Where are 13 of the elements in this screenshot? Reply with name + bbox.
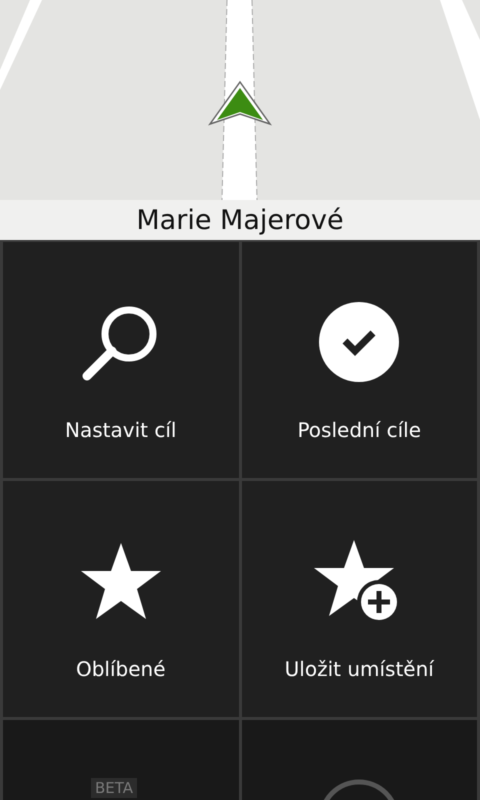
position-arrow-icon — [207, 80, 273, 126]
menu-tile[interactable]: Oblíbené — [3, 481, 238, 717]
beta-badge: BETA — [91, 778, 138, 798]
menu-tile[interactable]: Poslední cíle — [242, 242, 477, 478]
tile-label: Oblíbené — [76, 657, 166, 681]
tile-label: Poslední cíle — [297, 418, 422, 442]
menu-tile[interactable]: Nastavit cíl — [3, 242, 238, 478]
street-name: Marie Majerové — [136, 204, 344, 236]
tile-label: Nastavit cíl — [65, 418, 176, 442]
star-icon — [78, 541, 163, 621]
menu-tile[interactable]: Uložit umístění — [242, 481, 477, 717]
tile-label: Uložit umístění — [284, 657, 434, 681]
check-circle-icon — [318, 301, 400, 383]
